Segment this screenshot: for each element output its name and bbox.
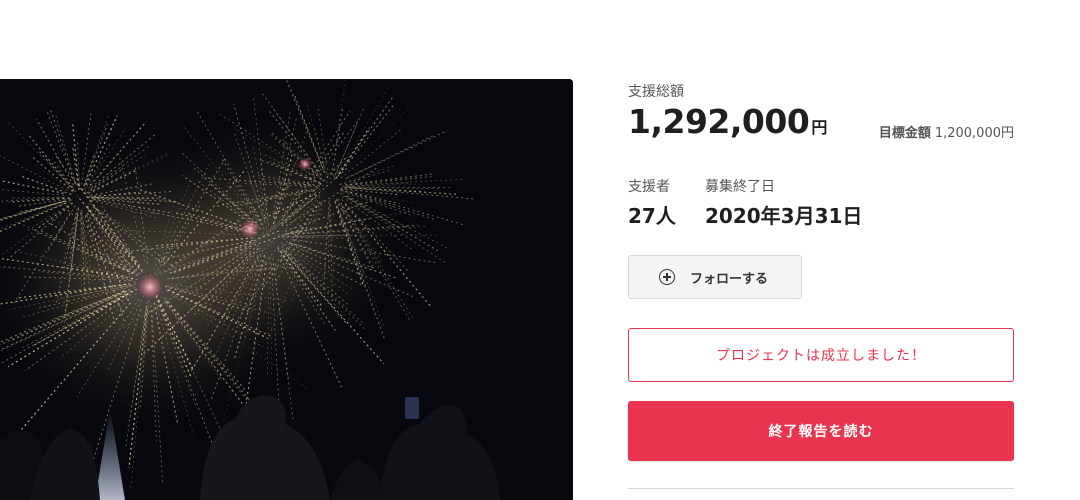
goal-label: 目標金額 — [878, 126, 931, 141]
backers-stat: 支援者 27人 — [628, 176, 676, 229]
project-summary-panel: 支援総額 1,292,000 円 目標金額 1,200,000円 支援者 27人 募… — [628, 0, 1014, 500]
follow-button[interactable]: フォローする — [628, 255, 802, 299]
goal-value: 1,200,000円 — [934, 126, 1014, 141]
end-date-value: 2020年3月31日 — [705, 204, 863, 228]
currency-unit: 円 — [811, 118, 827, 137]
plus-circle-icon — [659, 269, 675, 285]
read-final-report-label: 終了報告を読む — [768, 424, 874, 440]
section-divider — [628, 488, 1014, 489]
backers-label: 支援者 — [628, 179, 670, 195]
raised-label: 支援総額 — [628, 84, 684, 100]
follow-button-label: フォローする — [690, 271, 769, 287]
fireworks-photo — [0, 79, 573, 500]
raised-amount: 1,292,000 円 — [628, 102, 827, 141]
read-final-report-button[interactable]: 終了報告を読む — [628, 401, 1014, 461]
raised-amount-value: 1,292,000 — [628, 102, 810, 141]
end-date-stat: 募集終了日 2020年3月31日 — [705, 176, 862, 229]
backers-value: 27人 — [628, 204, 676, 228]
end-date-label: 募集終了日 — [705, 179, 775, 195]
success-message: プロジェクトは成立しました！ — [716, 348, 926, 364]
project-success-notice: プロジェクトは成立しました！ — [628, 328, 1014, 382]
project-hero-image — [0, 79, 573, 500]
goal-amount: 目標金額 1,200,000円 — [879, 122, 1014, 141]
